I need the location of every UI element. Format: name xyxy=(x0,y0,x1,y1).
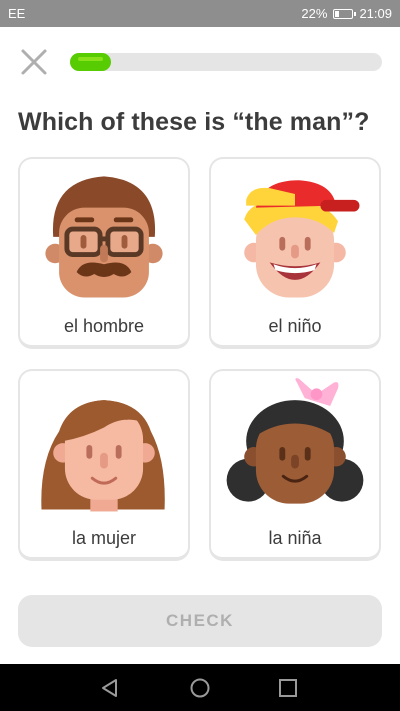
option-label: la niña xyxy=(268,528,322,548)
navigation-bar xyxy=(0,664,400,711)
question-prompt: Which of these is “the man”? xyxy=(18,108,370,136)
option-card-la-nina[interactable]: la niña xyxy=(209,369,381,561)
screen: EE 22% 21:09 Which of these is “the man”… xyxy=(0,0,400,711)
progress-highlight xyxy=(78,57,103,61)
woman-icon xyxy=(41,400,165,512)
option-label: el hombre xyxy=(63,316,145,336)
status-indicators: 22% 21:09 xyxy=(301,6,392,21)
battery-icon xyxy=(333,8,357,19)
status-bar: EE 22% 21:09 xyxy=(0,0,400,27)
check-button[interactable]: CHECK xyxy=(18,595,382,647)
close-button[interactable] xyxy=(16,44,52,80)
girl-with-bow-icon xyxy=(226,378,364,504)
boy-with-cap-icon xyxy=(244,180,360,298)
home-icon[interactable] xyxy=(188,676,212,700)
battery-fill xyxy=(335,10,339,17)
option-label: la mujer xyxy=(71,528,137,548)
carrier-label: EE xyxy=(8,6,26,21)
lesson-progress-fill xyxy=(70,53,111,71)
back-icon[interactable] xyxy=(98,676,122,700)
man-with-glasses-icon xyxy=(45,176,163,298)
lesson-progress-bar xyxy=(70,53,382,71)
close-icon xyxy=(21,49,47,75)
recents-icon[interactable] xyxy=(276,676,300,700)
option-card-el-nino[interactable]: el niño xyxy=(209,157,381,349)
battery-percent: 22% xyxy=(301,6,328,21)
option-card-la-mujer[interactable]: la mujer xyxy=(18,369,190,561)
clock: 21:09 xyxy=(359,6,392,21)
option-card-el-hombre[interactable]: el hombre xyxy=(18,157,190,349)
option-label: el niño xyxy=(268,316,322,336)
